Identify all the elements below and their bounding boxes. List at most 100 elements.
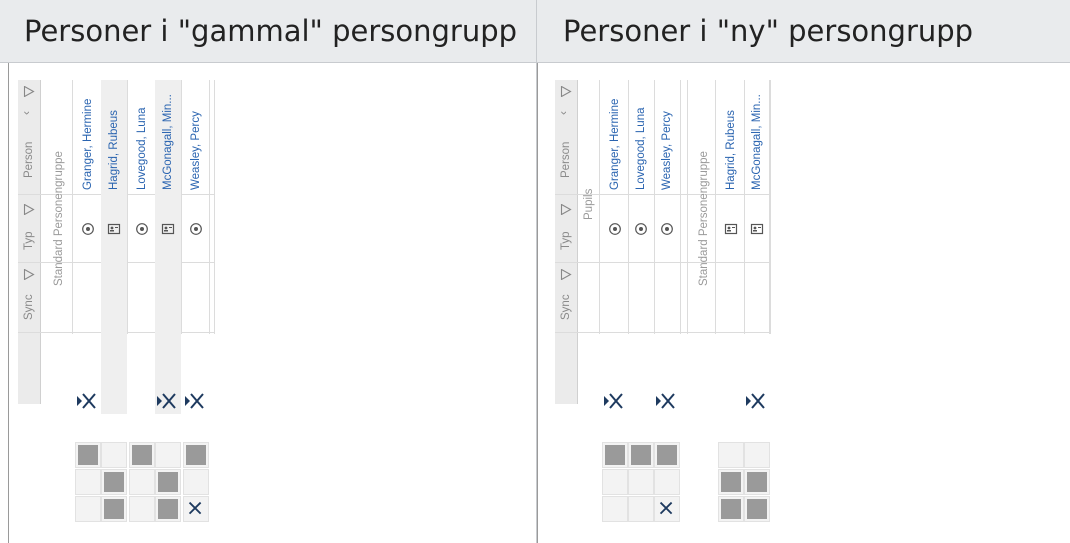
person-name-link[interactable]: Weasley, Percy xyxy=(660,111,674,190)
badge-icon xyxy=(107,222,121,236)
grid-cell[interactable] xyxy=(718,469,744,495)
cross-icon[interactable] xyxy=(183,496,209,522)
grid-cell[interactable] xyxy=(744,469,770,495)
filled-square xyxy=(657,445,677,465)
grid-cell[interactable] xyxy=(654,469,680,495)
filter-icon[interactable] xyxy=(560,86,572,97)
filled-square xyxy=(721,499,741,519)
grid-cell[interactable] xyxy=(602,442,628,468)
person-name-link[interactable]: Lovegood, Luna xyxy=(135,108,149,191)
column-divider xyxy=(127,80,128,334)
column-divider xyxy=(744,80,745,334)
person-column-label[interactable]: Person xyxy=(559,142,573,178)
typ-column-label[interactable]: Typ xyxy=(22,231,36,250)
grid-cell[interactable] xyxy=(101,469,127,495)
left-panel-title: Personer i "gammal" persongrupp xyxy=(24,14,518,48)
access-x-icon[interactable] xyxy=(155,388,181,414)
grid-cell[interactable] xyxy=(628,496,654,522)
filled-square xyxy=(631,445,651,465)
filled-square xyxy=(104,472,124,492)
column-divider xyxy=(654,80,655,334)
filled-square xyxy=(132,445,152,465)
filter-icon[interactable] xyxy=(560,269,572,280)
person-name-link[interactable]: Granger, Hermine xyxy=(81,99,95,190)
card-icon xyxy=(81,222,95,236)
grid-cell[interactable] xyxy=(129,442,155,468)
cross-icon[interactable] xyxy=(654,496,680,522)
access-x-icon[interactable] xyxy=(75,388,101,414)
grid-cell[interactable] xyxy=(75,442,101,468)
grid-cell[interactable] xyxy=(75,496,101,522)
column-divider xyxy=(599,80,600,334)
column-divider xyxy=(687,80,688,334)
sync-column-label[interactable]: Sync xyxy=(22,294,36,320)
person-name-link[interactable]: McGonagall, Min... xyxy=(161,94,175,190)
grid-cell[interactable] xyxy=(744,442,770,468)
person-name-link[interactable]: Weasley, Percy xyxy=(189,111,203,190)
filter-icon[interactable] xyxy=(560,204,572,215)
grid-cell[interactable] xyxy=(628,442,654,468)
filled-square xyxy=(186,445,206,465)
filter-icon[interactable] xyxy=(23,86,35,97)
grid-cell[interactable] xyxy=(183,469,209,495)
access-cell[interactable] xyxy=(718,388,744,414)
person-column-label[interactable]: Person xyxy=(22,142,36,178)
filter-icon[interactable] xyxy=(23,204,35,215)
card-icon xyxy=(135,222,149,236)
grid-cell[interactable] xyxy=(744,496,770,522)
grid-cell[interactable] xyxy=(183,442,209,468)
chevron-left-icon[interactable]: ‹ xyxy=(556,111,570,115)
column-divider xyxy=(181,80,182,334)
row-divider xyxy=(555,332,769,333)
column-divider xyxy=(770,80,771,334)
access-cell[interactable] xyxy=(628,388,654,414)
column-divider xyxy=(628,80,629,334)
grid-cell[interactable] xyxy=(602,496,628,522)
filled-square xyxy=(747,499,767,519)
grid-cell[interactable] xyxy=(718,442,744,468)
column-divider xyxy=(214,80,215,334)
grid-cell[interactable] xyxy=(155,442,181,468)
typ-column-label[interactable]: Typ xyxy=(559,231,573,250)
right-panel-header: Personer i "ny" persongrupp xyxy=(537,0,1070,63)
grid-cell[interactable] xyxy=(75,469,101,495)
access-x-icon[interactable] xyxy=(654,388,680,414)
card-icon xyxy=(660,222,674,236)
filter-icon[interactable] xyxy=(23,269,35,280)
grid-cell[interactable] xyxy=(628,469,654,495)
card-icon xyxy=(634,222,648,236)
filled-square xyxy=(605,445,625,465)
column-divider xyxy=(680,80,681,334)
person-name-link[interactable]: Hagrid, Rubeus xyxy=(107,110,121,190)
grid-cell[interactable] xyxy=(654,442,680,468)
access-x-icon[interactable] xyxy=(602,388,628,414)
grid-cell[interactable] xyxy=(155,469,181,495)
grid-cell[interactable] xyxy=(129,496,155,522)
grid-cell[interactable] xyxy=(101,442,127,468)
grid-cell[interactable] xyxy=(602,469,628,495)
group-label-pupils: Pupils xyxy=(583,188,595,220)
filled-square xyxy=(104,499,124,519)
chevron-left-icon[interactable]: ‹ xyxy=(19,111,33,115)
sync-column-label[interactable]: Sync xyxy=(559,294,573,320)
left-access-matrix: ‹ Person Typ Sync Standard Personengrupp… xyxy=(0,70,537,543)
access-x-icon[interactable] xyxy=(183,388,209,414)
access-x-icon[interactable] xyxy=(744,388,770,414)
right-access-matrix: ‹ Person Typ Sync Pupils Standard Person… xyxy=(537,70,1070,543)
card-icon xyxy=(608,222,622,236)
column-divider xyxy=(72,80,73,334)
access-cell[interactable] xyxy=(129,388,155,414)
person-name-link[interactable]: Granger, Hermine xyxy=(608,99,622,190)
row-divider xyxy=(555,262,769,263)
grid-cell[interactable] xyxy=(129,469,155,495)
card-icon xyxy=(189,222,203,236)
person-name-link[interactable]: Lovegood, Luna xyxy=(634,108,648,191)
grid-cell[interactable] xyxy=(101,496,127,522)
person-name-link[interactable]: Hagrid, Rubeus xyxy=(724,110,738,190)
filled-square xyxy=(158,499,178,519)
grid-cell[interactable] xyxy=(155,496,181,522)
person-name-link[interactable]: McGonagall, Min... xyxy=(750,94,764,190)
badge-icon xyxy=(161,222,175,236)
access-cell[interactable] xyxy=(101,388,127,414)
grid-cell[interactable] xyxy=(718,496,744,522)
